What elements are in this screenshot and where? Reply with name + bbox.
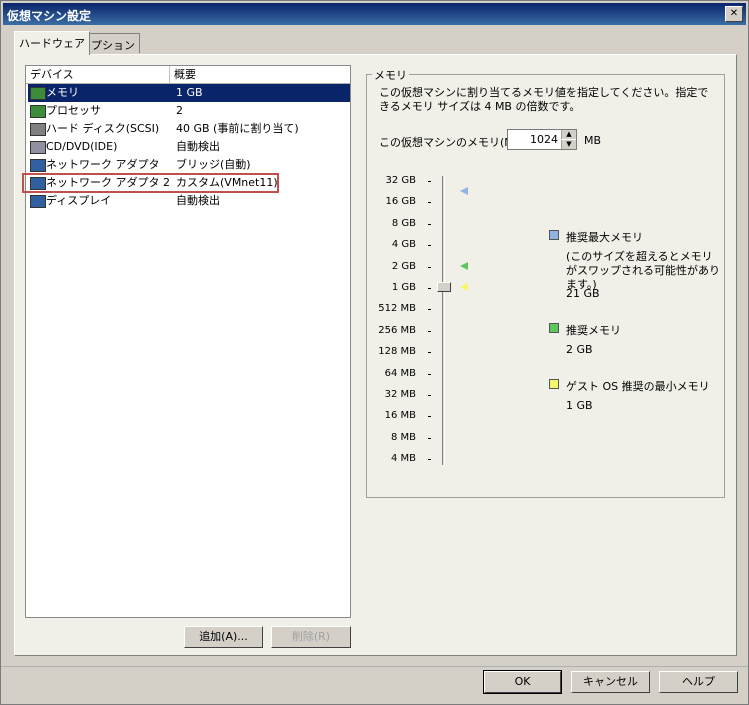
cd-dvd-icon: [30, 141, 46, 154]
max-memory-note: (このサイズを超えるとメモリがスワップされる可能性があります。): [566, 250, 720, 291]
min-memory-title: ゲスト OS 推奨の最小メモリ: [566, 380, 710, 393]
device-name: ネットワーク アダプタ: [46, 158, 160, 171]
device-row[interactable]: ハード ディスク(SCSI) 40 GB (事前に割り当て): [28, 120, 350, 138]
max-memory-value: 21 GB: [566, 287, 600, 300]
scale-tick-label: 2 GB: [391, 260, 416, 272]
scale-tick-label: 16 MB: [384, 410, 416, 422]
recommended-memory-value: 2 GB: [566, 343, 593, 356]
scale-tick-label: 32 GB: [385, 175, 416, 186]
tab-hardware[interactable]: ハードウェア: [14, 31, 90, 55]
device-name: メモリ: [46, 86, 79, 99]
min-memory-legend-icon: [549, 379, 559, 389]
scale-tick-mark: [428, 202, 431, 204]
scale-tick-mark: [428, 330, 431, 332]
scale-tick-label: 8 GB: [391, 217, 416, 229]
processor-icon: [30, 105, 46, 118]
min-memory-marker-icon: [460, 283, 468, 291]
scale-tick-label: 4 MB: [390, 453, 416, 465]
hard-disk-icon: [30, 123, 46, 136]
scale-tick-label: 128 MB: [378, 346, 416, 358]
close-button[interactable]: ✕: [725, 6, 743, 22]
memory-unit: MB: [584, 134, 602, 147]
scale-tick-label: 512 MB: [378, 303, 416, 315]
scale-tick-mark: [428, 395, 431, 396]
memory-slider-track[interactable]: [442, 176, 445, 465]
device-summary: 自動検出: [176, 140, 220, 153]
device-row[interactable]: メモリ 1 GB: [28, 84, 350, 102]
add-button[interactable]: 追加(A)...: [184, 626, 263, 648]
scale-tick-mark: [428, 223, 431, 225]
scale-tick-label: 1 GB: [391, 282, 416, 293]
network-adapter-icon: [30, 159, 46, 172]
ok-button[interactable]: OK: [483, 670, 562, 694]
device-name: ハード ディスク(SCSI): [46, 122, 160, 135]
memory-group-label: メモリ: [372, 67, 409, 83]
spin-down-icon[interactable]: ▼: [561, 140, 576, 149]
max-memory-legend-icon: [549, 230, 559, 240]
scale-tick-label: 4 GB: [391, 239, 416, 251]
scale-tick-mark: [428, 352, 431, 354]
scale-tick-mark: [428, 266, 431, 268]
device-name: ディスプレイ: [46, 194, 112, 207]
scale-tick-mark: [428, 288, 431, 289]
device-row[interactable]: CD/DVD(IDE) 自動検出: [28, 138, 350, 156]
help-button[interactable]: ヘルプ: [659, 671, 738, 693]
device-row[interactable]: プロセッサ 2: [28, 102, 350, 120]
window-title: 仮想マシン設定: [7, 9, 92, 23]
scale-tick-label: 8 MB: [390, 431, 416, 443]
device-summary: 自動検出: [176, 194, 220, 207]
device-summary: 40 GB (事前に割り当て): [176, 122, 299, 135]
scale-tick-mark: [428, 437, 431, 439]
title-bar[interactable]: 仮想マシン設定 ✕: [3, 3, 746, 25]
device-summary: 1 GB: [176, 86, 203, 99]
scale-tick-mark: [428, 373, 431, 375]
recommended-memory-legend-icon: [549, 323, 559, 333]
recommended-memory-marker-icon: [460, 262, 468, 270]
display-icon: [30, 195, 46, 208]
memory-description: この仮想マシンに割り当てるメモリ値を指定してください。指定できるメモリ サイズは…: [379, 86, 709, 113]
scale-tick-label: 16 GB: [385, 196, 416, 208]
device-name: プロセッサ: [46, 104, 101, 117]
cancel-button[interactable]: キャンセル: [571, 671, 650, 693]
memory-field-label: この仮想マシンのメモリ(M):: [379, 136, 522, 149]
scale-tick-mark: [428, 245, 431, 247]
scale-tick-label: 64 MB: [384, 367, 416, 379]
scale-tick-mark: [428, 181, 431, 182]
scale-tick-mark: [428, 459, 431, 461]
vm-settings-window: 仮想マシン設定 ✕ ハードウェア オプション デバイス 概要 メモリ 1 GB プロ…: [0, 0, 749, 705]
max-memory-marker-icon: [460, 187, 468, 195]
bottom-separator: [1, 666, 748, 667]
spin-up-icon[interactable]: ▲: [561, 130, 576, 139]
column-header-summary[interactable]: 概要: [170, 66, 350, 83]
device-row[interactable]: ネットワーク アダプタ ブリッジ(自動): [28, 156, 350, 174]
max-memory-title: 推奨最大メモリ: [566, 231, 643, 244]
device-summary: ブリッジ(自動): [176, 158, 251, 171]
scale-tick-mark: [428, 416, 431, 418]
device-list-header: デバイス 概要: [26, 66, 350, 84]
scale-tick-mark: [428, 309, 431, 311]
device-row[interactable]: ディスプレイ 自動検出: [28, 192, 350, 210]
scale-tick-label: 32 MB: [384, 389, 416, 400]
recommended-memory-title: 推奨メモリ: [566, 324, 621, 337]
memory-value[interactable]: 1024: [530, 133, 558, 146]
memory-icon: [30, 87, 46, 100]
highlight-box: [22, 173, 279, 193]
column-header-device[interactable]: デバイス: [26, 66, 170, 83]
remove-button[interactable]: 削除(R): [271, 626, 351, 648]
min-memory-value: 1 GB: [566, 399, 593, 412]
scale-tick-label: 256 MB: [378, 324, 416, 336]
device-name: CD/DVD(IDE): [46, 140, 118, 153]
device-summary: 2: [176, 104, 183, 117]
memory-spinbox[interactable]: 1024 ▲ ▼: [507, 129, 577, 150]
memory-slider-thumb[interactable]: [437, 282, 451, 292]
